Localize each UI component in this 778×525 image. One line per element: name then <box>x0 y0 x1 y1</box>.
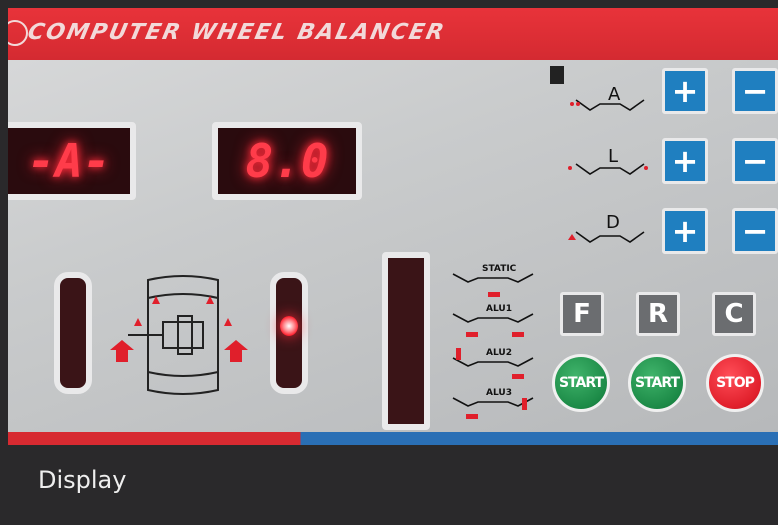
start-button-left[interactable]: START <box>552 354 610 412</box>
wheel-diagram-icon <box>110 275 248 395</box>
dimension-label-a: A <box>608 84 621 105</box>
left-imbalance-bar <box>54 272 92 394</box>
right-imbalance-bar <box>270 272 308 394</box>
dimension-label-l: L <box>608 146 619 167</box>
image-caption: Display <box>38 466 127 494</box>
dimension-d-plus-button[interactable]: + <box>662 208 708 254</box>
brand-banner: COMPUTER WHEEL BALANCER <box>8 8 778 60</box>
mode-label-alu2: ALU2 <box>486 348 512 358</box>
panel-bottom-stripe <box>8 432 778 445</box>
stop-button[interactable]: STOP <box>706 354 764 412</box>
right-readout-display: 8.0 <box>212 122 362 200</box>
banner-title: COMPUTER WHEEL BALANCER <box>25 20 448 45</box>
right-imbalance-led <box>280 316 298 336</box>
dimension-l-minus-button[interactable]: − <box>732 138 778 184</box>
mode-label-alu1: ALU1 <box>486 304 512 314</box>
mode-label-static: STATIC <box>482 264 517 274</box>
function-r-button[interactable]: R <box>636 292 680 336</box>
function-c-button[interactable]: C <box>712 292 756 336</box>
left-readout-display: -A- <box>8 122 136 200</box>
dimension-d-minus-button[interactable]: − <box>732 208 778 254</box>
function-f-button[interactable]: F <box>560 292 604 336</box>
image-frame: COMPUTER WHEEL BALANCER -A- 8.0 STATIC A… <box>0 0 778 525</box>
dimension-a-plus-button[interactable]: + <box>662 68 708 114</box>
balancer-panel-photo: COMPUTER WHEEL BALANCER -A- 8.0 STATIC A… <box>8 8 778 445</box>
mode-indicator-bar <box>382 252 430 430</box>
start-button-right[interactable]: START <box>628 354 686 412</box>
dimension-l-plus-button[interactable]: + <box>662 138 708 184</box>
rim-dimension-icons <box>550 66 648 243</box>
dimension-a-minus-button[interactable]: − <box>732 68 778 114</box>
mode-label-alu3: ALU3 <box>486 388 512 398</box>
dimension-label-d: D <box>606 212 620 233</box>
